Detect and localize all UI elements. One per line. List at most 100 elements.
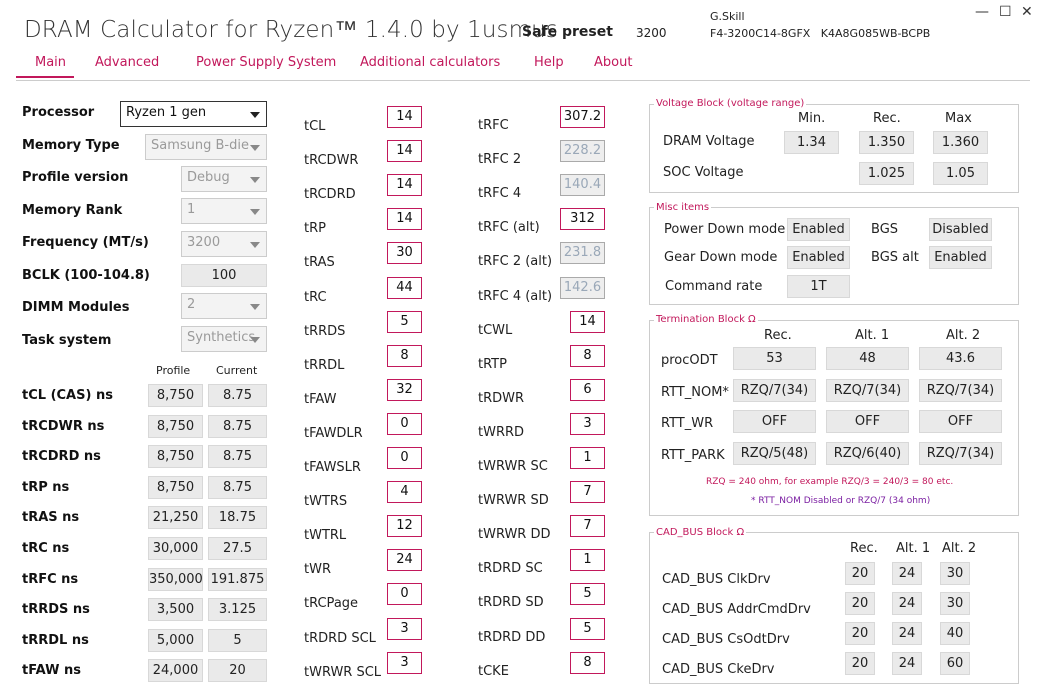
timing-input[interactable]: 44 bbox=[387, 276, 422, 299]
timing-label: tFAW bbox=[304, 391, 337, 407]
bclk-input[interactable]: 100 bbox=[181, 264, 267, 287]
timing-input[interactable]: 14 bbox=[387, 140, 422, 163]
timing-input[interactable]: 1 bbox=[570, 447, 605, 469]
timing-label: tWRWR SC bbox=[478, 459, 548, 474]
cad-bus-value: 20 bbox=[845, 622, 875, 645]
dimm-modules-select[interactable]: 2 bbox=[181, 293, 267, 319]
voltage-rec-header: Rec. bbox=[873, 111, 901, 126]
soc-voltage-label: SOC Voltage bbox=[663, 165, 744, 180]
timing-input[interactable]: 8 bbox=[570, 651, 605, 674]
timing-label: tRRDS bbox=[304, 323, 346, 339]
timing-input[interactable]: 5 bbox=[570, 617, 605, 640]
cad-bus-value: 24 bbox=[892, 592, 922, 615]
timing-label: tRFC (alt) bbox=[478, 220, 540, 236]
timing-input[interactable]: 30 bbox=[387, 242, 422, 265]
tab-about[interactable]: About bbox=[594, 55, 632, 70]
ns-row-label: tRAS ns bbox=[22, 510, 80, 526]
memory-type-select[interactable]: Samsung B-die bbox=[145, 134, 267, 160]
termination-value: RZQ/7(34) bbox=[919, 378, 1002, 402]
tab-power-supply-system[interactable]: Power Supply System bbox=[196, 55, 336, 70]
timing-input[interactable]: 32 bbox=[387, 378, 422, 401]
tab-additional-calculators[interactable]: Additional calculators bbox=[360, 55, 500, 70]
timing-input[interactable]: 7 bbox=[570, 515, 605, 538]
timing-input[interactable]: 0 bbox=[387, 447, 422, 469]
timing-input[interactable]: 12 bbox=[387, 515, 422, 538]
timing-input[interactable]: 6 bbox=[570, 378, 605, 401]
timing-input[interactable]: 5 bbox=[387, 310, 422, 333]
termination-row-label: procODT bbox=[661, 353, 718, 368]
close-icon[interactable]: ✕ bbox=[1021, 4, 1033, 20]
timing-input[interactable]: 5 bbox=[570, 583, 605, 606]
timing-input[interactable]: 14 bbox=[387, 106, 422, 128]
frequency-select[interactable]: 3200 bbox=[181, 231, 267, 257]
timing-label: tRDWR bbox=[478, 390, 525, 406]
profile-version-select[interactable]: Debug bbox=[181, 166, 267, 192]
termination-value: RZQ/5(48) bbox=[733, 441, 816, 465]
timing-input[interactable]: 3 bbox=[387, 617, 422, 640]
timing-input: 228.2 bbox=[560, 140, 605, 163]
task-system-select[interactable]: Synthetics bbox=[181, 326, 267, 352]
ns-profile-value: 8,750 bbox=[148, 445, 203, 469]
termination-row-label: RTT_WR bbox=[661, 416, 714, 431]
dram-voltage-rec: 1.350 bbox=[859, 131, 914, 154]
cad-bus-block-title: CAD_BUS Block Ω bbox=[654, 527, 747, 538]
timing-label: tRAS bbox=[304, 255, 335, 271]
ns-row-label: tCL (CAS) ns bbox=[22, 388, 113, 403]
ns-current-value: 27.5 bbox=[208, 537, 267, 560]
termination-value: RZQ/7(34) bbox=[733, 378, 816, 402]
timing-input[interactable]: 3 bbox=[570, 412, 605, 435]
maximize-icon[interactable]: ☐ bbox=[999, 4, 1012, 20]
timing-input[interactable]: 24 bbox=[387, 549, 422, 572]
tab-main[interactable]: Main bbox=[35, 55, 66, 70]
timing-input[interactable]: 8 bbox=[387, 344, 422, 367]
ns-profile-value: 21,250 bbox=[148, 506, 203, 530]
soc-voltage-max: 1.05 bbox=[933, 162, 988, 185]
memory-rank-select[interactable]: 1 bbox=[181, 198, 267, 224]
memory-type-value: Samsung B-die bbox=[151, 138, 249, 153]
bgs-value: Disabled bbox=[929, 218, 992, 241]
termination-value: OFF bbox=[733, 410, 816, 433]
timing-input[interactable]: 0 bbox=[387, 583, 422, 606]
ns-current-value: 8.75 bbox=[208, 414, 267, 438]
ns-row-label: tRFC ns bbox=[22, 571, 79, 587]
timing-input[interactable]: 8 bbox=[570, 344, 605, 367]
dimm-modules-label: DIMM Modules bbox=[22, 300, 130, 315]
processor-label: Processor bbox=[22, 105, 95, 120]
timing-label: tFAWDLR bbox=[304, 425, 363, 441]
bgs-alt-label: BGS alt bbox=[871, 250, 919, 265]
timing-input[interactable]: 14 bbox=[570, 310, 605, 333]
chevron-down-icon bbox=[250, 112, 260, 118]
memory-manufacturer: G.Skill bbox=[710, 10, 745, 23]
processor-select[interactable]: Ryzen 1 gen bbox=[120, 101, 267, 127]
gear-down-mode-label: Gear Down mode bbox=[664, 250, 778, 265]
timing-input[interactable]: 3 bbox=[387, 651, 422, 674]
timing-input[interactable]: 307.2 bbox=[560, 106, 605, 128]
app-title: DRAM Calculator for Ryzen™ 1.4.0 by 1usm… bbox=[24, 17, 558, 43]
tab-help[interactable]: Help bbox=[534, 55, 564, 70]
cad-bus-value: 30 bbox=[940, 562, 970, 585]
ns-profile-value: 8,750 bbox=[148, 475, 203, 499]
timing-label: tWTRL bbox=[304, 528, 347, 544]
tab-advanced[interactable]: Advanced bbox=[95, 55, 159, 70]
dram-voltage-label: DRAM Voltage bbox=[663, 134, 755, 149]
timing-label: tWRRD bbox=[478, 424, 525, 440]
preset-frequency: 3200 bbox=[636, 26, 667, 40]
current-column-header: Current bbox=[216, 364, 258, 377]
termination-value: OFF bbox=[826, 410, 909, 433]
ns-row-label: tRCDWR ns bbox=[22, 418, 105, 434]
termination-value: RZQ/7(34) bbox=[826, 378, 909, 402]
timing-input[interactable]: 1 bbox=[570, 549, 605, 572]
timing-input[interactable]: 7 bbox=[570, 481, 605, 504]
timing-input[interactable]: 14 bbox=[387, 208, 422, 231]
timing-input[interactable]: 14 bbox=[387, 174, 422, 197]
ns-current-value: 8.75 bbox=[208, 445, 267, 469]
timing-input[interactable]: 312 bbox=[560, 208, 605, 231]
cad-bus-row-label: CAD_BUS ClkDrv bbox=[662, 572, 771, 587]
ns-profile-value: 8,750 bbox=[148, 384, 203, 407]
minimize-icon[interactable]: — bbox=[975, 4, 989, 20]
ns-profile-value: 24,000 bbox=[148, 659, 203, 683]
timing-input[interactable]: 0 bbox=[387, 412, 422, 435]
timing-input[interactable]: 4 bbox=[387, 481, 422, 504]
nav-divider bbox=[16, 80, 1030, 81]
ns-current-value: 191.875 bbox=[208, 567, 267, 591]
